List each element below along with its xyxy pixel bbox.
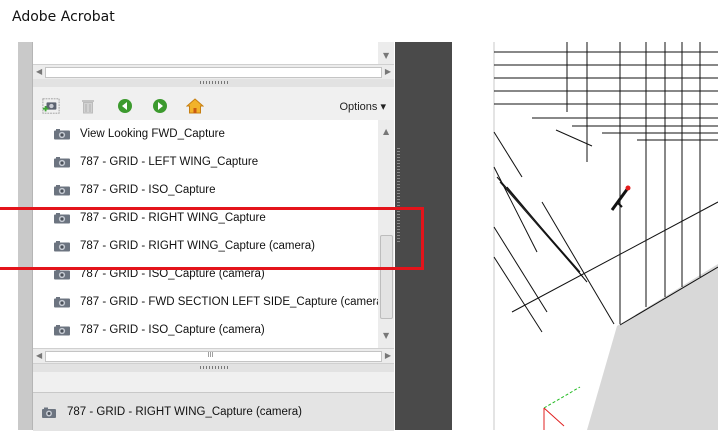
- delete-view-button[interactable]: [79, 97, 97, 115]
- splitter-grip-icon[interactable]: [199, 81, 228, 84]
- scroll-down-arrow-icon[interactable]: ▼: [383, 332, 389, 340]
- options-menu-button[interactable]: Options ▾: [340, 100, 387, 113]
- scroll-right-arrow-icon[interactable]: ▶: [385, 68, 391, 76]
- divider-grip-icon[interactable]: [397, 147, 400, 242]
- model-tree-panel: ▼ ◀ ▶ Options ▾ View Looking FWD_Capture…: [18, 42, 394, 431]
- vscroll-thumb[interactable]: [380, 235, 393, 319]
- scroll-left-arrow-icon[interactable]: ◀: [36, 68, 42, 76]
- pane-divider[interactable]: [395, 42, 452, 430]
- scroll-up-arrow-icon[interactable]: ▲: [383, 128, 389, 136]
- view-label: 787 - GRID - ISO_Capture (camera): [80, 268, 265, 280]
- selected-view-bar[interactable]: 787 - GRID - RIGHT WING_Capture (camera): [33, 392, 394, 431]
- pane-splitter[interactable]: [33, 79, 394, 87]
- create-view-button[interactable]: [42, 97, 60, 115]
- view-list-item[interactable]: 787 - GRID - RIGHT WING_Capture (camera): [33, 232, 378, 260]
- view-list-item[interactable]: 787 - GRID - ISO_Capture (camera): [33, 316, 378, 344]
- camera-icon: [54, 325, 70, 336]
- 3d-model-canvas[interactable]: [452, 42, 718, 430]
- view-list-item[interactable]: 787 - GRID - ISO_Capture: [33, 176, 378, 204]
- camera-icon: [54, 269, 70, 280]
- view-list-item[interactable]: 787 - GRID - LEFT WING_Capture: [33, 148, 378, 176]
- app-title: Adobe Acrobat: [12, 9, 115, 25]
- view-label: 787 - GRID - RIGHT WING_Capture (camera): [80, 240, 315, 252]
- view-list-item[interactable]: 787 - GRID - ISO_Capture (camera): [33, 260, 378, 288]
- scroll-grip[interactable]: III: [208, 351, 214, 359]
- selected-view-label: 787 - GRID - RIGHT WING_Capture (camera): [67, 406, 302, 418]
- camera-icon: [54, 297, 70, 308]
- scroll-right-arrow-icon[interactable]: ▶: [385, 352, 391, 360]
- view-label: 787 - GRID - LEFT WING_Capture: [80, 156, 259, 168]
- view-list-item[interactable]: View Looking FWD_Capture: [33, 120, 378, 148]
- view-list-item[interactable]: 787 - GRID - FWD SECTION LEFT SIDE_Captu…: [33, 288, 378, 316]
- object-list-hscroll[interactable]: ◀ ▶: [33, 64, 394, 80]
- camera-icon: [54, 129, 70, 140]
- camera-icon: [42, 407, 56, 418]
- object-list[interactable]: [33, 42, 378, 64]
- view-list-item[interactable]: 787 - GRID - RIGHT WING_Capture: [33, 204, 378, 232]
- view-label: View Looking FWD_Capture: [80, 128, 225, 140]
- arrow-right-icon: [153, 99, 167, 113]
- scroll-left-arrow-icon[interactable]: ◀: [36, 352, 42, 360]
- views-pane: ▼ ◀ ▶ Options ▾ View Looking FWD_Capture…: [32, 42, 394, 431]
- camera-icon: [54, 185, 70, 196]
- next-view-button[interactable]: [151, 97, 169, 115]
- views-list: View Looking FWD_Capture 787 - GRID - LEF…: [33, 120, 378, 348]
- view-label: 787 - GRID - ISO_Capture (camera): [80, 324, 265, 336]
- 3d-viewport[interactable]: [452, 42, 718, 430]
- trash-icon: [82, 100, 94, 114]
- floor-plane: [587, 264, 718, 430]
- hscroll-track[interactable]: III: [45, 351, 382, 362]
- pane-splitter[interactable]: [33, 364, 394, 372]
- views-toolbar: Options ▾: [33, 92, 394, 120]
- splitter-grip-icon[interactable]: [199, 366, 228, 369]
- view-label: 787 - GRID - FWD SECTION LEFT SIDE_Captu…: [80, 296, 378, 308]
- aircraft-marker-icon: [610, 185, 631, 211]
- views-list-hscroll[interactable]: ◀ III ▶: [33, 348, 394, 364]
- grid-lines-horizontal: [494, 51, 718, 141]
- home-icon: [186, 98, 204, 114]
- arrow-left-icon: [118, 99, 132, 113]
- scroll-down-arrow-icon[interactable]: ▼: [383, 52, 389, 60]
- object-list-vscroll[interactable]: ▼: [378, 42, 394, 64]
- camera-add-icon: [42, 98, 60, 114]
- views-list-vscroll[interactable]: ▲ ▼: [378, 120, 394, 348]
- camera-icon: [54, 157, 70, 168]
- camera-icon: [54, 241, 70, 252]
- hscroll-track[interactable]: [45, 67, 382, 78]
- camera-icon: [54, 213, 70, 224]
- previous-view-button[interactable]: [116, 97, 134, 115]
- axis-triad-icon: [543, 386, 581, 430]
- view-label: 787 - GRID - ISO_Capture: [80, 184, 216, 196]
- view-label: 787 - GRID - RIGHT WING_Capture: [80, 212, 266, 224]
- default-view-button[interactable]: [186, 97, 204, 115]
